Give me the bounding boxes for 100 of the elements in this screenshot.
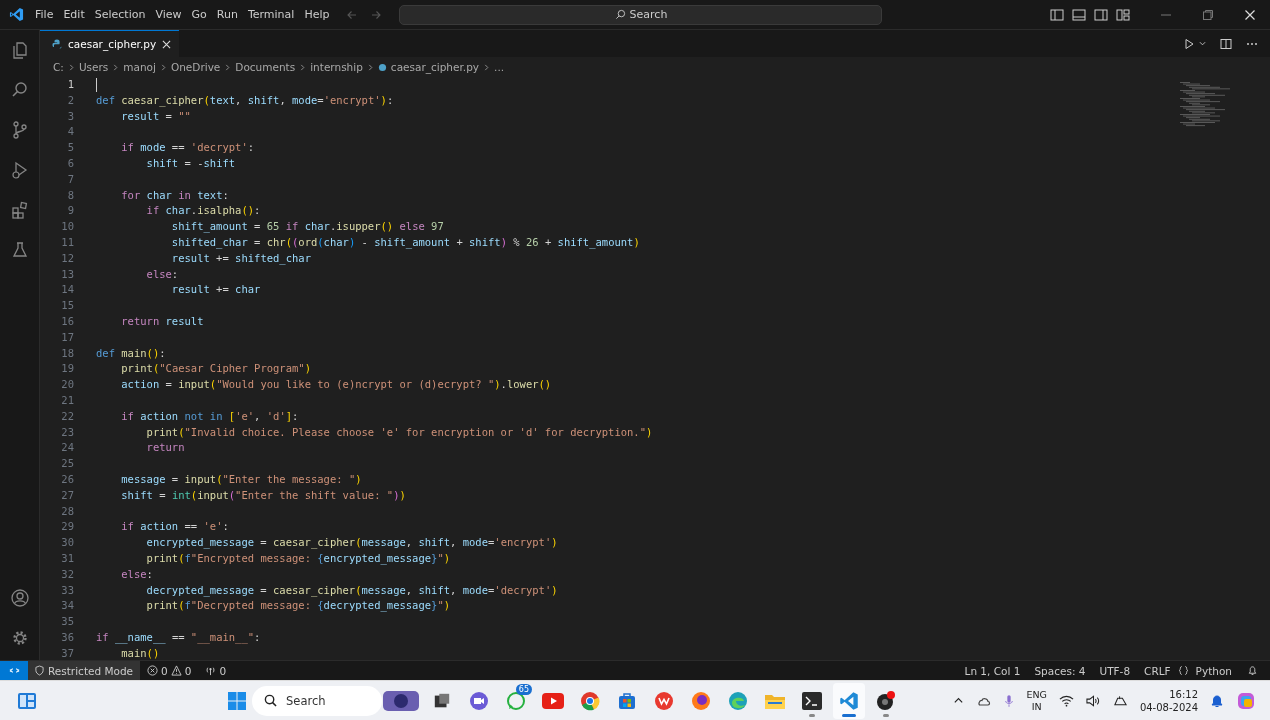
editor-tab[interactable]: caesar_cipher.py	[40, 30, 180, 57]
code-line: result += shifted_char	[170, 250, 311, 267]
notification-badge: 65	[515, 683, 532, 695]
status-item[interactable]: UTF-8	[1092, 664, 1138, 677]
vscode-logo-icon	[9, 7, 24, 22]
video-chat-icon[interactable]	[469, 690, 489, 711]
chevron-up-icon[interactable]	[953, 695, 965, 706]
language-indicator[interactable]: ENG IN	[1026, 688, 1047, 713]
error-count[interactable]: 0	[161, 664, 168, 677]
restricted-mode-button[interactable]: Restricted Mode	[28, 661, 141, 680]
document-app-icon[interactable]	[654, 690, 674, 711]
menu-item[interactable]: Go	[186, 6, 212, 23]
line-number: 11	[60, 234, 74, 250]
windows-start-icon[interactable]	[227, 690, 247, 711]
browser-icon[interactable]	[691, 690, 711, 711]
line-number: 6	[66, 156, 74, 171]
copilot-icon[interactable]	[1236, 690, 1256, 711]
microphone-icon[interactable]	[1004, 693, 1015, 708]
line-number: 27	[60, 487, 74, 503]
line-number: 7	[66, 171, 74, 187]
account-icon[interactable]	[9, 588, 30, 608]
code-line: if mode == 'decrypt':	[120, 140, 255, 156]
breadcrumb-item[interactable]: caesar_cipher.py	[390, 61, 480, 73]
code-line: if __name__ == "__main__":	[96, 629, 261, 646]
line-number: 20	[60, 377, 74, 393]
chevron-icon	[299, 63, 307, 71]
breadcrumb-item[interactable]: Documents	[235, 61, 296, 73]
restore-icon[interactable]	[1202, 8, 1214, 21]
caret-icon[interactable]	[1199, 40, 1206, 47]
menu-item[interactable]: Run	[211, 6, 243, 23]
line-number: 23	[60, 424, 74, 440]
code-line: shift_amount = 65 if char.isupper() else 97	[170, 219, 444, 235]
status-item[interactable]: Spaces: 4	[1027, 664, 1093, 677]
menu-item[interactable]: Selection	[89, 6, 151, 23]
status-item[interactable]: Ln 1, Col 1	[957, 664, 1028, 677]
play-icon[interactable]	[542, 692, 564, 709]
browser-icon[interactable]	[728, 690, 748, 711]
chevron-icon	[67, 63, 75, 71]
python-file-icon	[377, 62, 387, 72]
menu-item[interactable]: File	[30, 6, 59, 23]
thumbnail-icon[interactable]	[383, 690, 419, 711]
code-line: else:	[145, 266, 179, 282]
notification-bell-icon[interactable]	[1247, 665, 1258, 676]
close-icon[interactable]	[1244, 8, 1256, 21]
running-indicator	[883, 713, 889, 717]
warning-count[interactable]: 0	[184, 664, 192, 677]
volume-icon[interactable]	[1085, 694, 1101, 707]
breadcrumb-item[interactable]: OneDrive	[170, 61, 221, 73]
search-icon	[614, 9, 626, 20]
status-item[interactable]: CRLF	[1137, 664, 1178, 677]
menu-item[interactable]: Help	[299, 6, 335, 23]
line-number: 25	[60, 456, 74, 472]
line-number: 18	[60, 345, 74, 361]
menu-item[interactable]: Edit	[58, 6, 90, 23]
split-editor-icon[interactable]	[1220, 37, 1232, 50]
chat-bubble-icon[interactable]	[506, 690, 526, 711]
braces-icon	[1177, 665, 1189, 676]
breadcrumb-item[interactable]: manoj	[123, 61, 156, 73]
sidebar-layout-icon[interactable]	[1050, 8, 1064, 21]
widgets-icon[interactable]	[17, 690, 37, 711]
close-icon[interactable]	[162, 39, 172, 49]
code-line: if char.isalpha():	[145, 203, 261, 219]
line-number: 8	[66, 187, 74, 203]
customize-layout-icon[interactable]	[1116, 8, 1130, 21]
secondary-sidebar-icon[interactable]	[1094, 8, 1108, 21]
command-search-field[interactable]: Search	[399, 4, 883, 25]
wifi-icon[interactable]	[1058, 694, 1074, 707]
code-line: result += char	[170, 282, 261, 298]
run-icon[interactable]	[1183, 37, 1195, 50]
notification-bell-icon[interactable]	[1210, 693, 1224, 708]
line-number: 3	[66, 108, 74, 124]
line-number: 14	[60, 282, 74, 298]
browser-icon[interactable]	[580, 690, 600, 711]
clock[interactable]: 16:12 04-08-2024	[1139, 687, 1198, 714]
breadcrumb-item[interactable]: ...	[494, 61, 505, 73]
breadcrumb-item[interactable]: internship	[310, 61, 363, 73]
line-number: 15	[60, 298, 74, 314]
line-number: 24	[60, 440, 74, 456]
breadcrumb-item[interactable]: C:	[53, 61, 64, 73]
window-icon[interactable]	[433, 691, 451, 710]
code-line: print("Invalid choice. Please choose 'e' for encryption or 'd' for decryption.")	[145, 424, 653, 440]
code-editor-icon[interactable]	[839, 690, 859, 711]
warning-icon	[170, 665, 182, 676]
record-app-icon[interactable]	[875, 689, 897, 712]
status-item[interactable]: Python	[1188, 664, 1239, 677]
ports-count[interactable]: 0	[219, 664, 227, 677]
code-line: message = input("Enter the message: ")	[120, 471, 362, 487]
panel-layout-icon[interactable]	[1072, 8, 1086, 21]
store-icon[interactable]	[617, 690, 637, 711]
extensions-icon[interactable]	[9, 200, 30, 220]
taskbar-app-button[interactable]: 65	[500, 682, 532, 719]
code-line: return result	[120, 313, 204, 329]
chevron-icon	[366, 63, 374, 71]
menu-item[interactable]: View	[150, 6, 187, 23]
breadcrumb-item[interactable]: Users	[78, 61, 109, 73]
taskbar-search-field[interactable]: Search	[252, 685, 382, 716]
code-line: decrypted_message = caesar_cipher(message, shift, mode='decrypt')	[145, 582, 558, 599]
code-line: shift = int(input("Enter the shift value: "))	[120, 487, 406, 503]
terminal-icon[interactable]	[802, 691, 822, 710]
menu-item[interactable]: Terminal	[242, 6, 300, 23]
